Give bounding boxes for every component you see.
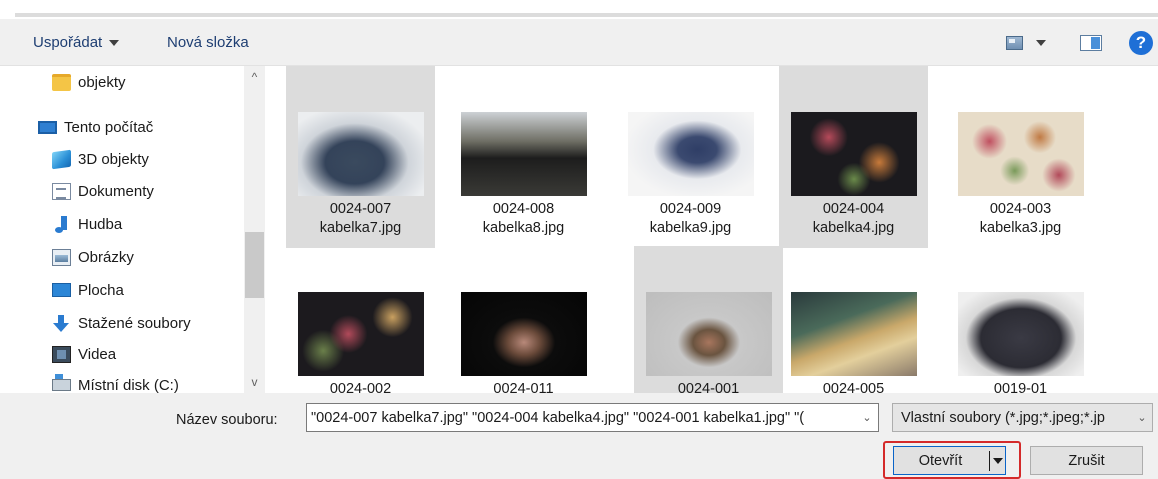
view-options-icon [1006, 36, 1023, 50]
scroll-thumb[interactable] [245, 232, 264, 298]
file-thumbnail [298, 112, 424, 196]
file-item[interactable]: 0024-008 kabelka8.jpg [449, 66, 598, 248]
nav-item-label: Stažené soubory [78, 314, 191, 332]
nav-item-label: Plocha [78, 281, 124, 299]
top-divider [15, 13, 1158, 17]
file-thumbnail [958, 112, 1084, 196]
folder-icon [52, 73, 71, 91]
file-item[interactable]: 0024-007 kabelka7.jpg [286, 66, 435, 248]
file-thumbnail [646, 292, 772, 376]
nav-item-label: 3D objekty [78, 150, 149, 168]
computer-icon [38, 120, 57, 134]
filename-input[interactable]: "0024-007 kabelka7.jpg" "0024-004 kabelk… [306, 403, 879, 432]
file-item[interactable]: 0024-001 [634, 246, 783, 393]
file-name: 0024-005 [822, 381, 885, 393]
file-thumbnail [298, 292, 424, 376]
preview-pane-icon[interactable] [1080, 35, 1102, 51]
nav-item-label: Videa [78, 345, 117, 363]
view-options-button[interactable] [1006, 33, 1054, 53]
filename-label: Název souboru: [176, 412, 278, 428]
nav-item-desktop[interactable]: Plocha [52, 278, 124, 302]
nav-item-objekty[interactable]: objekty [52, 70, 126, 94]
videos-icon [52, 345, 71, 363]
file-thumbnail [461, 112, 587, 196]
nav-item-label: Místní disk (C:) [78, 376, 179, 394]
open-label: Otevřít [918, 452, 963, 469]
scroll-down-arrow[interactable]: v [244, 373, 265, 391]
file-list-pane: 0024-007 kabelka7.jpg 0024-008 kabelka8.jp… [266, 66, 1158, 393]
file-name: 0024-004 kabelka4.jpg [812, 201, 895, 236]
file-thumbnail [791, 292, 917, 376]
nav-item-documents[interactable]: Dokumenty [52, 179, 154, 203]
file-item[interactable]: 0024-011 [449, 246, 598, 393]
nav-item-label: Hudba [78, 215, 123, 233]
file-thumbnail [958, 292, 1084, 376]
file-name: 0024-011 [493, 381, 554, 393]
downloads-icon [52, 314, 71, 332]
file-name: 0024-007 kabelka7.jpg [319, 201, 402, 236]
dialog-footer: Název souboru: "0024-007 kabelka7.jpg" "… [0, 393, 1158, 479]
nav-item-videos[interactable]: Videa [52, 342, 116, 366]
nav-item-local-disk[interactable]: Místní disk (C:) [52, 373, 179, 393]
cancel-button[interactable]: Zrušit [1030, 446, 1143, 475]
chevron-down-icon [109, 39, 120, 46]
file-name: 0024-001 [677, 381, 740, 393]
nav-item-label: Tento počítač [64, 118, 154, 136]
file-item[interactable]: 0024-002 [286, 246, 435, 393]
pictures-icon [52, 248, 71, 266]
help-icon[interactable]: ? [1129, 31, 1153, 55]
open-button[interactable]: Otevřít [893, 446, 1006, 475]
chevron-down-icon[interactable] [993, 458, 1003, 464]
file-item[interactable]: 0024-005 [779, 246, 928, 393]
file-name: 0024-008 kabelka8.jpg [482, 201, 565, 236]
nav-item-music[interactable]: Hudba [52, 212, 122, 236]
file-item[interactable]: 0024-009 kabelka9.jpg [616, 66, 765, 248]
nav-item-3d-objects[interactable]: 3D objekty [52, 147, 149, 171]
file-item[interactable]: 0024-003 kabelka3.jpg [946, 66, 1095, 248]
desktop-icon [52, 283, 71, 297]
filetype-select[interactable]: Vlastní soubory (*.jpg;*.jpeg;*.jp ⌄ [892, 403, 1153, 432]
organize-label: Uspořádat [33, 34, 103, 51]
nav-item-label: objekty [78, 73, 126, 91]
nav-item-this-pc[interactable]: Tento počítač [38, 115, 153, 139]
split-divider [989, 451, 990, 471]
documents-icon [52, 182, 71, 200]
3d-objects-icon [52, 149, 71, 169]
chevron-down-icon [1036, 40, 1046, 46]
file-name: 0024-009 kabelka9.jpg [649, 201, 732, 236]
filename-value: "0024-007 kabelka7.jpg" "0024-004 kabelk… [311, 409, 805, 426]
nav-item-downloads[interactable]: Stažené soubory [52, 311, 191, 335]
file-item[interactable]: 0019-01 [946, 246, 1095, 393]
navigation-pane: objekty Tento počítač 3D objekty Dokumen… [0, 66, 266, 393]
file-name: 0024-002 [329, 381, 392, 393]
chevron-down-icon: ⌄ [1132, 404, 1152, 431]
nav-item-label: Obrázky [78, 248, 134, 266]
local-disk-icon [52, 374, 71, 391]
file-thumbnail [461, 292, 587, 376]
chevron-down-icon[interactable]: ⌄ [856, 404, 878, 431]
nav-scrollbar[interactable]: ^ v [244, 66, 265, 393]
scroll-up-arrow[interactable]: ^ [244, 68, 265, 86]
nav-item-label: Dokumenty [78, 182, 154, 200]
file-name: 0024-003 kabelka3.jpg [979, 201, 1062, 236]
filetype-value: Vlastní soubory (*.jpg;*.jpeg;*.jp [901, 409, 1105, 426]
file-item[interactable]: 0024-004 kabelka4.jpg [779, 66, 928, 248]
file-thumbnail [628, 112, 754, 196]
new-folder-button[interactable]: Nová složka [167, 19, 249, 66]
dialog-top-edge [0, 0, 1158, 19]
nav-item-pictures[interactable]: Obrázky [52, 245, 134, 269]
toolbar: Uspořádat Nová složka ? [0, 19, 1158, 66]
music-icon [52, 215, 71, 233]
organize-menu-button[interactable]: Uspořádat [33, 19, 120, 66]
file-name: 0019-01 [993, 381, 1048, 393]
file-thumbnail [791, 112, 917, 196]
